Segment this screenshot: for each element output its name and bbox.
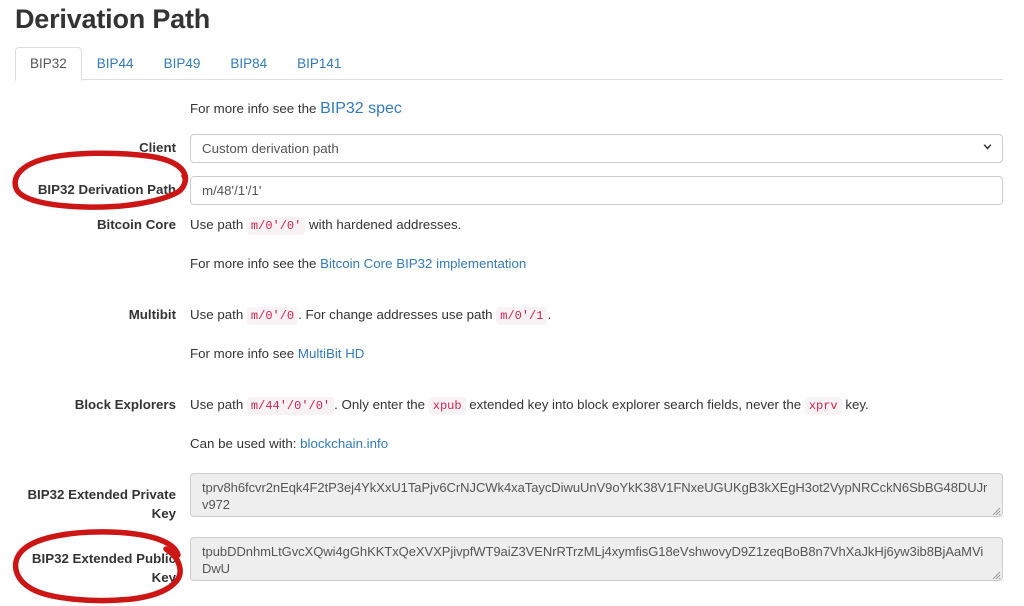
extended-public-key-label: BIP32 Extended Public Key	[31, 551, 176, 585]
blockchain-info-link[interactable]: blockchain.info	[300, 436, 388, 451]
client-label: Client	[139, 140, 176, 155]
bitcoin-core-line2: For more info see the Bitcoin Core BIP32…	[190, 255, 1003, 273]
block-explorers-path-code: m/44'/0'/0'	[246, 397, 335, 415]
page-title: Derivation Path	[15, 4, 211, 34]
derivation-path-field	[190, 176, 1003, 205]
block-explorers-help: Use path m/44'/0'/0'. Only enter the xpu…	[190, 396, 1003, 453]
extended-private-key-label: BIP32 Extended Private Key	[27, 487, 176, 521]
tab-bar: BIP32 BIP44 BIP49 BIP84 BIP141	[15, 47, 1003, 81]
block-explorers-line2-prefix: Can be used with:	[190, 436, 301, 451]
client-field: Custom derivation path	[190, 134, 1003, 163]
multibit-help: Use path m/0'/0. For change addresses us…	[190, 306, 1003, 363]
xpub-code: xpub	[428, 397, 466, 415]
bitcoin-core-line1-prefix: Use path	[190, 217, 247, 232]
block-explorers-line1-mid2: extended key into block explorer search …	[465, 397, 805, 412]
tab-bip44[interactable]: BIP44	[82, 47, 149, 81]
multibit-line1: Use path m/0'/0. For change addresses us…	[190, 306, 1003, 325]
multibit-label: Multibit	[128, 307, 176, 322]
multibit-change-path-code: m/0'/1	[496, 307, 548, 325]
xprv-code: xprv	[804, 397, 842, 415]
ellipse-around-bip32-derivation-path-label	[12, 150, 189, 210]
multibit-line1-prefix: Use path	[190, 307, 247, 322]
tab-bip84[interactable]: BIP84	[215, 47, 282, 81]
multibit-line2-prefix: For more info see	[190, 346, 298, 361]
block-explorers-line1-prefix: Use path	[190, 397, 247, 412]
block-explorers-line1-mid: . Only enter the	[334, 397, 429, 412]
tab-bip32[interactable]: BIP32	[15, 47, 82, 81]
extended-public-key-textarea[interactable]: tpubDDnhmLtGvcXQwi4gGhKKTxQeXVXPjivpfWT9…	[190, 537, 1003, 581]
block-explorers-line2: Can be used with: blockchain.info	[190, 435, 1003, 453]
extended-public-key-field: tpubDDnhmLtGvcXQwi4gGhKKTxQeXVXPjivpfWT9…	[190, 537, 1003, 581]
derivation-path-page: Derivation Path BIP32 BIP44 BIP49 BIP84 …	[0, 0, 1024, 606]
multibit-hd-link[interactable]: MultiBit HD	[298, 346, 365, 361]
tab-bip141[interactable]: BIP141	[282, 47, 356, 81]
block-explorers-label: Block Explorers	[74, 397, 176, 412]
bitcoin-core-implementation-link[interactable]: Bitcoin Core BIP32 implementation	[320, 256, 526, 271]
multibit-line1-mid: . For change addresses use path	[298, 307, 497, 322]
bitcoin-core-line1: Use path m/0'/0' with hardened addresses…	[190, 216, 1003, 235]
tab-bip49[interactable]: BIP49	[149, 47, 216, 81]
block-explorers-line1-suffix: key.	[841, 397, 869, 412]
bitcoin-core-line2-prefix: For more info see the	[190, 256, 321, 271]
bip32-spec-link[interactable]: BIP32 spec	[320, 100, 402, 117]
extended-private-key-textarea[interactable]: tprv8h6fcvr2nEqk4F2tP3ej4YkXxU1TaPjv6CrN…	[190, 473, 1003, 517]
multibit-line2: For more info see MultiBit HD	[190, 345, 1003, 363]
bip32-derivation-path-input[interactable]	[190, 176, 1003, 205]
bip32-derivation-path-label: BIP32 Derivation Path	[37, 182, 176, 197]
multibit-path-code: m/0'/0	[246, 307, 299, 325]
bitcoin-core-label: Bitcoin Core	[96, 217, 176, 232]
bitcoin-core-help: Use path m/0'/0' with hardened addresses…	[190, 216, 1003, 273]
bitcoin-core-path-code: m/0'/0'	[246, 217, 306, 235]
client-select[interactable]: Custom derivation path	[190, 134, 1003, 163]
intro-prefix: For more info see the	[190, 101, 321, 116]
block-explorers-line1: Use path m/44'/0'/0'. Only enter the xpu…	[190, 396, 1003, 415]
extended-private-key-field: tprv8h6fcvr2nEqk4F2tP3ej4YkXxU1TaPjv6CrN…	[190, 473, 1003, 517]
bitcoin-core-line1-suffix: with hardened addresses.	[305, 217, 462, 232]
multibit-line1-suffix: .	[547, 307, 552, 322]
intro-help: For more info see the BIP32 spec	[190, 100, 1003, 118]
